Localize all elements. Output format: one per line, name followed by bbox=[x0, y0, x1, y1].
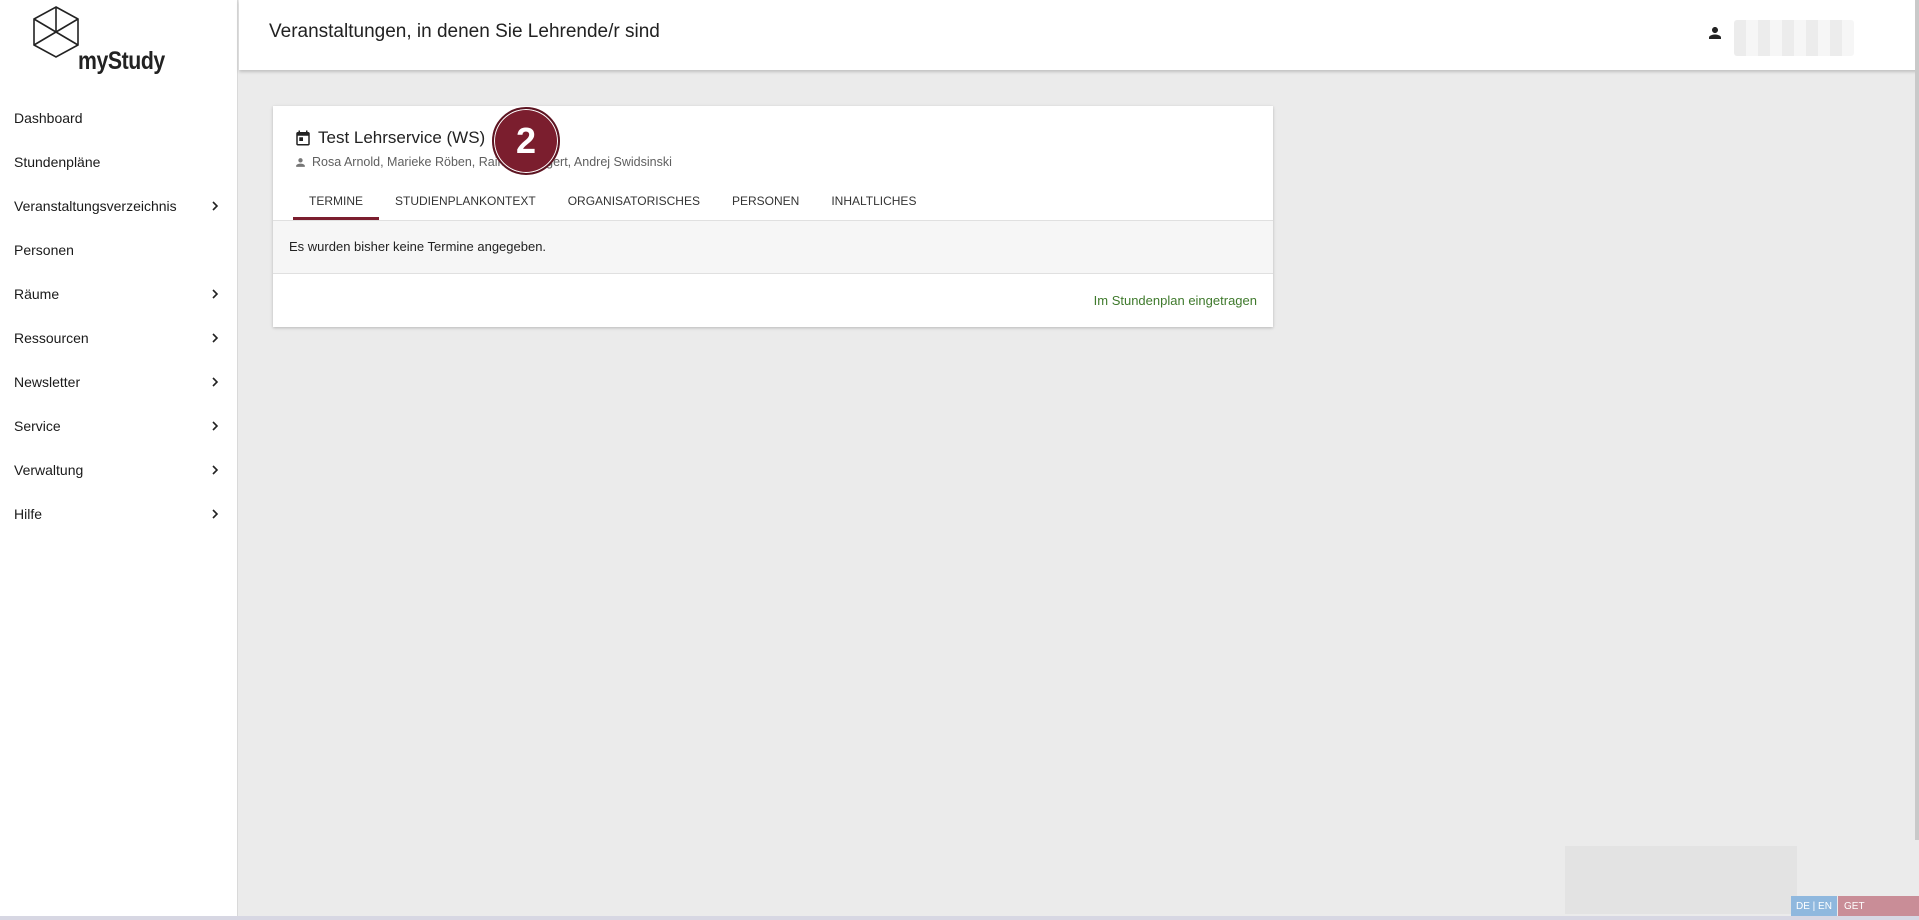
bottom-divider bbox=[0, 916, 1919, 920]
chevron-right-icon bbox=[212, 377, 219, 387]
page-title: Veranstaltungen, in denen Sie Lehrende/r… bbox=[269, 21, 660, 42]
person-icon[interactable] bbox=[1706, 24, 1724, 42]
top-bar: Veranstaltungen, in denen Sie Lehrende/r… bbox=[239, 0, 1919, 70]
sidebar-item-service[interactable]: Service bbox=[0, 404, 238, 448]
sidebar-item-label: Dashboard bbox=[14, 110, 83, 126]
course-header: Test Lehrservice (WS) bbox=[294, 128, 485, 148]
sidebar-item-personen[interactable]: Personen bbox=[0, 228, 238, 272]
sidebar-item-hilfe[interactable]: Hilfe bbox=[0, 492, 238, 536]
course-card: Test Lehrservice (WS) Rosa Arnold, Marie… bbox=[273, 106, 1273, 327]
sidebar-item-newsletter[interactable]: Newsletter bbox=[0, 360, 238, 404]
sidebar-item-label: Räume bbox=[14, 286, 60, 302]
sidebar-item-veranstaltungsverzeichnis[interactable]: Veranstaltungsverzeichnis bbox=[0, 184, 238, 228]
empty-message: Es wurden bisher keine Termine angegeben… bbox=[289, 239, 547, 254]
chevron-right-icon bbox=[212, 509, 219, 519]
sidebar-item-label: Veranstaltungsverzeichnis bbox=[14, 198, 177, 214]
sidebar-item-r-ume[interactable]: Räume bbox=[0, 272, 238, 316]
chevron-right-icon bbox=[212, 421, 219, 431]
lecturers-line: Rosa Arnold, Marieke Röben, Rain gert, A… bbox=[294, 155, 672, 169]
logo-text: myStudy bbox=[78, 47, 165, 75]
tab-inhaltliches[interactable]: INHALTLICHES bbox=[815, 184, 932, 220]
language-switch-button[interactable]: DE | EN bbox=[1791, 896, 1837, 918]
lecturer-names: Rosa Arnold, Marieke Röben, Rain gert, A… bbox=[312, 155, 672, 169]
calendar-icon bbox=[296, 130, 310, 146]
sidebar-item-verwaltung[interactable]: Verwaltung bbox=[0, 448, 238, 492]
chevron-right-icon bbox=[212, 465, 219, 475]
chevron-right-icon bbox=[212, 333, 219, 343]
sidebar-item-dashboard[interactable]: Dashboard bbox=[0, 96, 238, 140]
sidebar-item-label: Service bbox=[14, 418, 61, 434]
chevron-right-icon bbox=[212, 289, 219, 299]
sidebar-item-label: Newsletter bbox=[14, 374, 81, 390]
tab-organisatorisches[interactable]: ORGANISATORISCHES bbox=[552, 184, 716, 220]
sidebar-nav: Dashboard Stundenpläne Veranstaltungsverze… bbox=[0, 96, 238, 536]
sidebar-item-label: Personen bbox=[14, 242, 74, 258]
tab-personen[interactable]: PERSONEN bbox=[716, 184, 815, 220]
user-name-blurred[interactable] bbox=[1734, 20, 1854, 56]
sidebar-item-ressourcen[interactable]: Ressourcen bbox=[0, 316, 238, 360]
sidebar: myStudy Dashboard Stundenpläne Veranstaltu… bbox=[0, 0, 238, 920]
chevron-right-icon bbox=[212, 201, 219, 211]
person-icon bbox=[296, 157, 305, 167]
scrollbar[interactable] bbox=[1915, 0, 1919, 840]
tab-studienplankontext[interactable]: STUDIENPLANKONTEXT bbox=[379, 184, 552, 220]
sidebar-item-label: Ressourcen bbox=[14, 330, 89, 346]
course-title[interactable]: Test Lehrservice (WS) bbox=[318, 128, 485, 148]
timetable-status-link[interactable]: Im Stundenplan eingetragen bbox=[1094, 293, 1257, 308]
get-support-button[interactable]: GET SUPPORT! bbox=[1838, 896, 1919, 918]
tab-termine[interactable]: TERMINE bbox=[293, 184, 379, 220]
sidebar-item-label: Stundenpläne bbox=[14, 154, 101, 170]
step-number-badge: 2 bbox=[492, 107, 560, 175]
course-tabs: TERMINE STUDIENPLANKONTEXT ORGANISATORISCH… bbox=[293, 184, 932, 220]
tab-content: Es wurden bisher keine Termine angegeben… bbox=[273, 220, 1273, 274]
sidebar-item-label: Hilfe bbox=[14, 506, 43, 522]
sidebar-item-label: Verwaltung bbox=[14, 462, 84, 478]
support-widget-area bbox=[1565, 846, 1797, 914]
sidebar-item-stundenpl-ne[interactable]: Stundenpläne bbox=[0, 140, 238, 184]
